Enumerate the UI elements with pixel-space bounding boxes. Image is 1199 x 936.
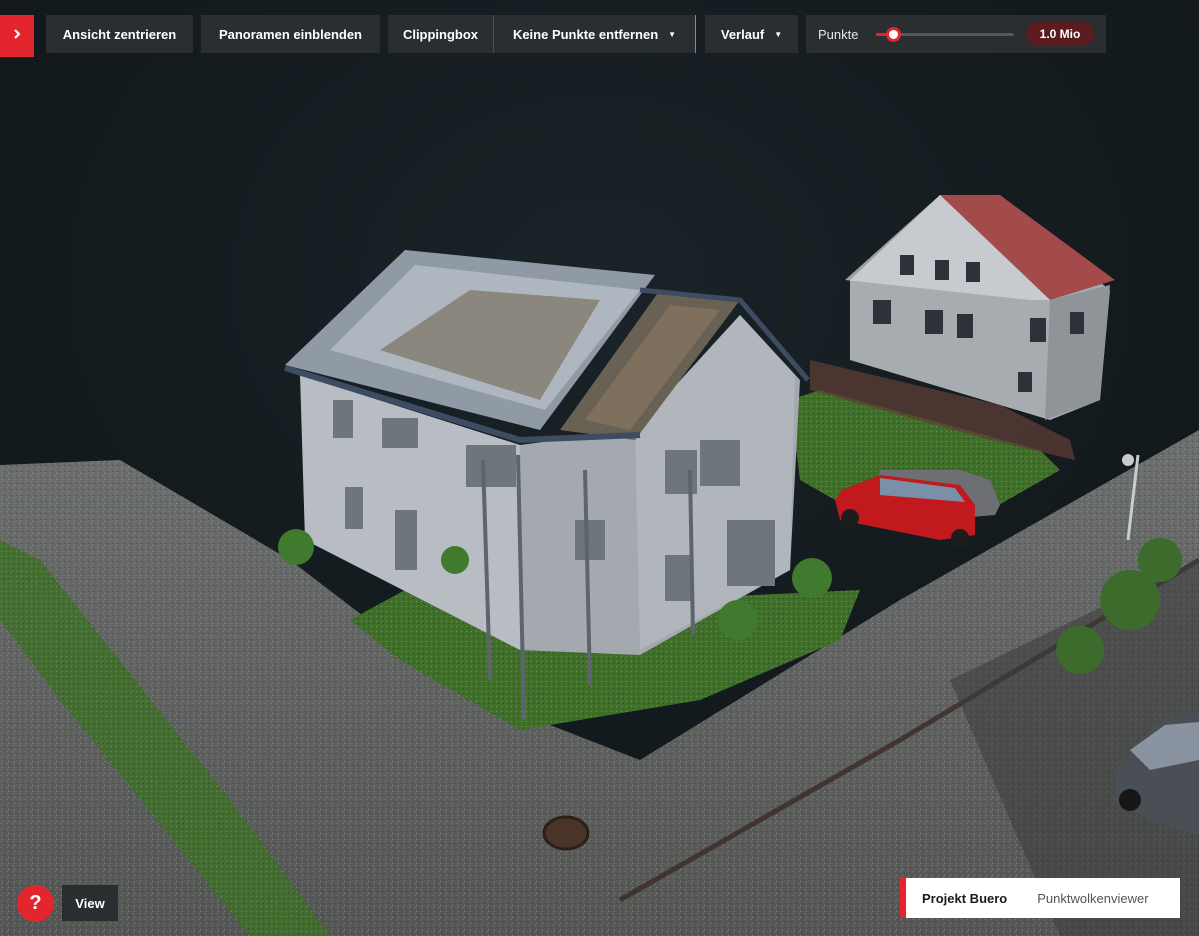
points-control: Punkte 1.0 Mio <box>806 15 1106 53</box>
show-panoramas-label: Panoramen einblenden <box>218 26 363 42</box>
project-name: Projekt Buero <box>922 890 1008 906</box>
points-slider-track[interactable] <box>876 27 1014 42</box>
clipping-box-label: Clippingbox <box>402 26 479 42</box>
point-cloud-scene <box>0 0 1199 936</box>
points-label: Punkte <box>818 26 859 42</box>
caret-down-icon: ▼ <box>668 29 677 39</box>
toolbar-divider <box>695 15 696 53</box>
view-button[interactable]: View <box>62 885 118 921</box>
gradient-label: Verlauf <box>720 26 765 42</box>
caret-down-icon: ▼ <box>774 29 783 39</box>
point-cloud-viewport[interactable] <box>0 0 1199 936</box>
show-panoramas-button[interactable]: Panoramen einblenden <box>201 15 380 53</box>
remove-points-label: Keine Punkte entfernen <box>512 26 659 42</box>
sidebar-toggle-button[interactable] <box>0 15 34 57</box>
points-slider-thumb[interactable] <box>885 27 901 42</box>
remove-points-dropdown[interactable]: Keine Punkte entfernen ▼ <box>494 15 695 53</box>
project-subtitle: Punktwolkenviewer <box>1037 890 1149 906</box>
help-button[interactable]: ? <box>17 885 54 922</box>
center-view-button[interactable]: Ansicht zentrieren <box>46 15 193 53</box>
center-view-label: Ansicht zentrieren <box>62 26 177 42</box>
clipping-box-button[interactable]: Clippingbox <box>388 15 493 53</box>
help-icon: ? <box>29 892 42 914</box>
chevron-right-icon <box>12 27 22 45</box>
points-value-badge: 1.0 Mio <box>1026 22 1094 46</box>
project-info-panel: Projekt Buero Punktwolkenviewer <box>900 878 1180 918</box>
gradient-dropdown[interactable]: Verlauf ▼ <box>705 15 798 53</box>
project-accent-bar <box>900 878 906 918</box>
view-label: View <box>75 895 105 911</box>
